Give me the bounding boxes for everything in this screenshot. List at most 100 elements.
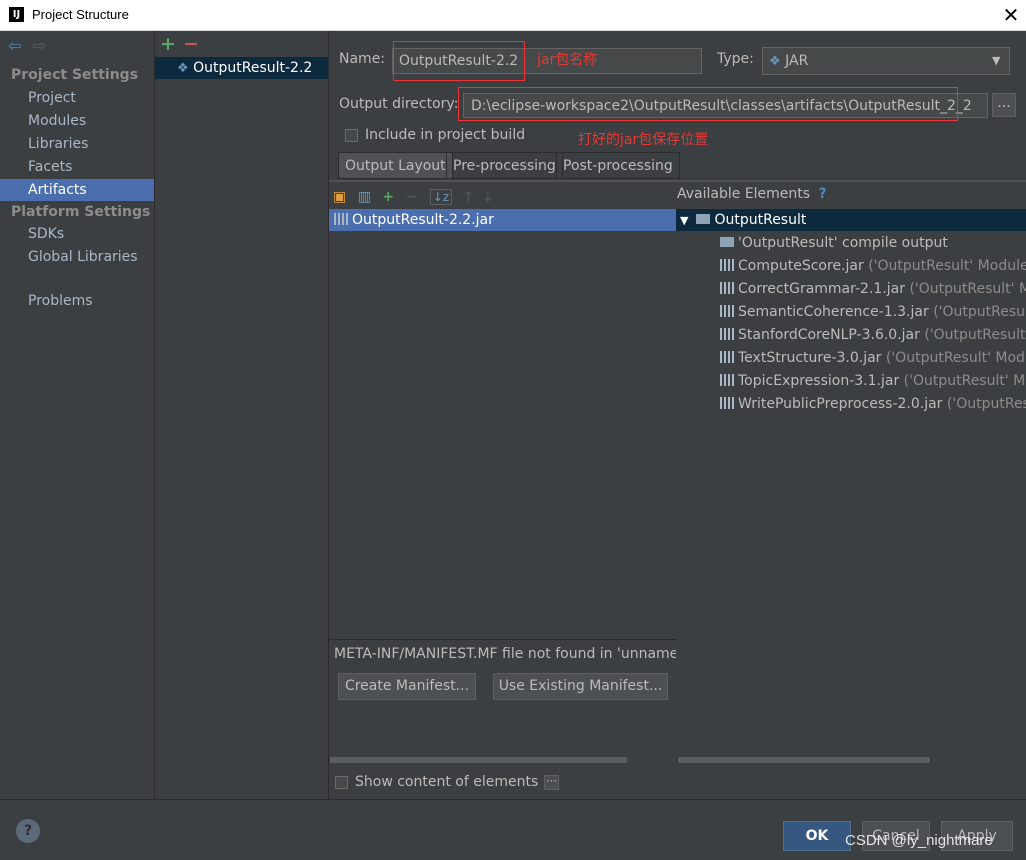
add-artifact-icon[interactable]: + bbox=[160, 33, 176, 55]
ok-button[interactable]: OK bbox=[783, 821, 851, 851]
available-item-name: ComputeScore.jar bbox=[738, 258, 864, 274]
manifest-message: META-INF/MANIFEST.MF file not found in '… bbox=[334, 646, 676, 662]
nav-item-modules[interactable]: Modules bbox=[28, 113, 86, 129]
library-icon bbox=[720, 282, 734, 294]
available-item-note: ('OutputResult' Modul bbox=[885, 350, 1026, 366]
expand-arrow-icon[interactable]: ▼ bbox=[680, 214, 688, 227]
available-item[interactable]: StanfordCoreNLP-3.6.0.jar ('OutputResult… bbox=[720, 324, 1026, 346]
chevron-down-icon: ▼ bbox=[992, 54, 1001, 67]
browse-button[interactable]: ... bbox=[992, 93, 1016, 117]
available-item-name: 'OutputResult' compile output bbox=[738, 235, 948, 251]
include-build-label: Include in project build bbox=[365, 127, 526, 143]
name-highlight-box bbox=[393, 41, 525, 81]
library-icon bbox=[720, 397, 734, 409]
library-icon bbox=[720, 374, 734, 386]
nav-item-libraries[interactable]: Libraries bbox=[28, 136, 88, 152]
intellij-logo-icon: IJ bbox=[9, 7, 24, 22]
available-item[interactable]: TextStructure-3.0.jar ('OutputResult' Mo… bbox=[720, 347, 1026, 369]
available-item[interactable]: CorrectGrammar-2.1.jar ('OutputResult' M… bbox=[720, 278, 1026, 300]
include-build-checkbox[interactable] bbox=[345, 129, 358, 142]
type-label: Type: bbox=[717, 51, 754, 67]
artifacts-list: + − ❖ OutputResult-2.2 bbox=[155, 31, 329, 799]
compile-output-icon bbox=[720, 237, 734, 247]
available-elements-tree: ▼ OutputResult 'OutputResult' compile out… bbox=[676, 209, 1026, 749]
available-item-name: TextStructure-3.0.jar bbox=[738, 350, 882, 366]
output-directory-annotation: 打好的jar包保存位置 bbox=[578, 132, 709, 148]
library-icon bbox=[720, 351, 734, 363]
create-manifest-button[interactable]: Create Manifest... bbox=[338, 673, 476, 700]
available-item-note: ('OutputResu bbox=[946, 396, 1026, 412]
layout-horizontal-scrollbar[interactable] bbox=[330, 757, 627, 763]
available-item[interactable]: SemanticCoherence-1.3.jar ('OutputResult… bbox=[720, 301, 1026, 323]
sort-icon[interactable]: ↓z bbox=[429, 189, 453, 205]
window-title: Project Structure bbox=[32, 7, 129, 22]
library-icon bbox=[720, 305, 734, 317]
move-down-icon[interactable]: 🡓 bbox=[484, 189, 491, 205]
available-item-name: SemanticCoherence-1.3.jar bbox=[738, 304, 929, 320]
nav-item-facets[interactable]: Facets bbox=[28, 159, 72, 175]
output-directory-highlight-box bbox=[458, 87, 958, 121]
available-item[interactable]: WritePublicPreprocess-2.0.jar ('OutputRe… bbox=[720, 393, 1026, 415]
settings-nav: ⇦ ⇨ Project Settings Project Modules Lib… bbox=[0, 31, 155, 799]
available-elements-label: Available Elements bbox=[677, 186, 811, 202]
nav-item-global-libraries[interactable]: Global Libraries bbox=[28, 249, 138, 265]
tab-pre-processing[interactable]: Pre-processing bbox=[446, 152, 563, 179]
use-existing-manifest-button[interactable]: Use Existing Manifest... bbox=[493, 673, 668, 700]
new-directory-icon[interactable]: ▣ bbox=[333, 189, 346, 205]
layout-root-row[interactable]: OutputResult-2.2.jar bbox=[329, 209, 676, 231]
available-root-label: OutputResult bbox=[714, 212, 807, 228]
available-item-name: WritePublicPreprocess-2.0.jar bbox=[738, 396, 943, 412]
artifact-jar-icon: ❖ bbox=[177, 61, 189, 76]
output-layout-tree: OutputResult-2.2.jar bbox=[329, 209, 676, 639]
jar-icon bbox=[334, 213, 348, 225]
available-item[interactable]: 'OutputResult' compile output bbox=[720, 232, 948, 254]
output-directory-label: Output directory: bbox=[339, 96, 459, 112]
back-arrow-icon[interactable]: ⇦ bbox=[8, 36, 21, 55]
move-up-icon[interactable]: 🡑 bbox=[465, 189, 472, 205]
show-content-options-button[interactable]: ⋯ bbox=[544, 775, 559, 790]
artifact-item[interactable]: ❖ OutputResult-2.2 bbox=[155, 57, 328, 79]
artifact-item-label: OutputResult-2.2 bbox=[193, 60, 313, 76]
available-item-note: ('OutputResult' bbox=[933, 304, 1026, 320]
available-item-name: TopicExpression-3.1.jar bbox=[738, 373, 900, 389]
type-select[interactable]: ❖ JAR ▼ bbox=[762, 47, 1010, 75]
show-content-label: Show content of elements bbox=[355, 774, 539, 790]
remove-icon[interactable]: − bbox=[406, 189, 418, 205]
forward-arrow-icon[interactable]: ⇨ bbox=[33, 36, 46, 55]
title-bar: IJ Project Structure ✕ bbox=[0, 0, 1026, 31]
nav-item-sdks[interactable]: SDKs bbox=[28, 226, 64, 242]
nav-item-project[interactable]: Project bbox=[28, 90, 76, 106]
manifest-divider bbox=[329, 639, 676, 640]
tab-underline bbox=[329, 180, 1026, 182]
help-icon[interactable]: ? bbox=[16, 819, 40, 843]
nav-item-artifacts[interactable]: Artifacts bbox=[0, 179, 154, 201]
add-library-icon[interactable]: ▥ bbox=[358, 189, 371, 205]
nav-item-problems[interactable]: Problems bbox=[28, 293, 93, 309]
project-settings-heading: Project Settings bbox=[11, 67, 139, 83]
available-elements-heading: Available Elements ? bbox=[677, 186, 827, 202]
module-folder-icon bbox=[696, 214, 711, 224]
available-item[interactable]: TopicExpression-3.1.jar ('OutputResult' … bbox=[720, 370, 1026, 392]
available-root-row[interactable]: ▼ OutputResult bbox=[676, 209, 1026, 231]
close-icon[interactable]: ✕ bbox=[1000, 3, 1022, 27]
tab-post-processing[interactable]: Post-processing bbox=[556, 152, 680, 179]
available-item-note: ('OutputResult' Mo bbox=[909, 281, 1026, 297]
available-item-name: StanfordCoreNLP-3.6.0.jar bbox=[738, 327, 920, 343]
available-item[interactable]: ComputeScore.jar ('OutputResult' Module bbox=[720, 255, 1026, 277]
dialog-footer: ? OK Cancel Apply CSDN @ly_nightmare bbox=[0, 799, 1026, 860]
jar-type-icon: ❖ bbox=[769, 54, 781, 69]
name-label: Name: bbox=[339, 51, 386, 67]
tab-output-layout[interactable]: Output Layout bbox=[338, 152, 453, 179]
available-item-name: CorrectGrammar-2.1.jar bbox=[738, 281, 905, 297]
library-icon bbox=[720, 328, 734, 340]
show-content-checkbox[interactable] bbox=[335, 776, 348, 789]
available-horizontal-scrollbar[interactable] bbox=[678, 757, 930, 763]
remove-artifact-icon[interactable]: − bbox=[183, 33, 199, 55]
name-annotation: jar包名称 bbox=[537, 52, 598, 68]
layout-root-label: OutputResult-2.2.jar bbox=[352, 212, 494, 228]
platform-settings-heading: Platform Settings bbox=[11, 204, 151, 220]
help-icon[interactable]: ? bbox=[819, 186, 827, 202]
available-item-note: ('OutputResult' Mo bbox=[903, 373, 1026, 389]
nav-history: ⇦ ⇨ bbox=[8, 36, 46, 55]
add-icon[interactable]: + bbox=[382, 189, 394, 205]
